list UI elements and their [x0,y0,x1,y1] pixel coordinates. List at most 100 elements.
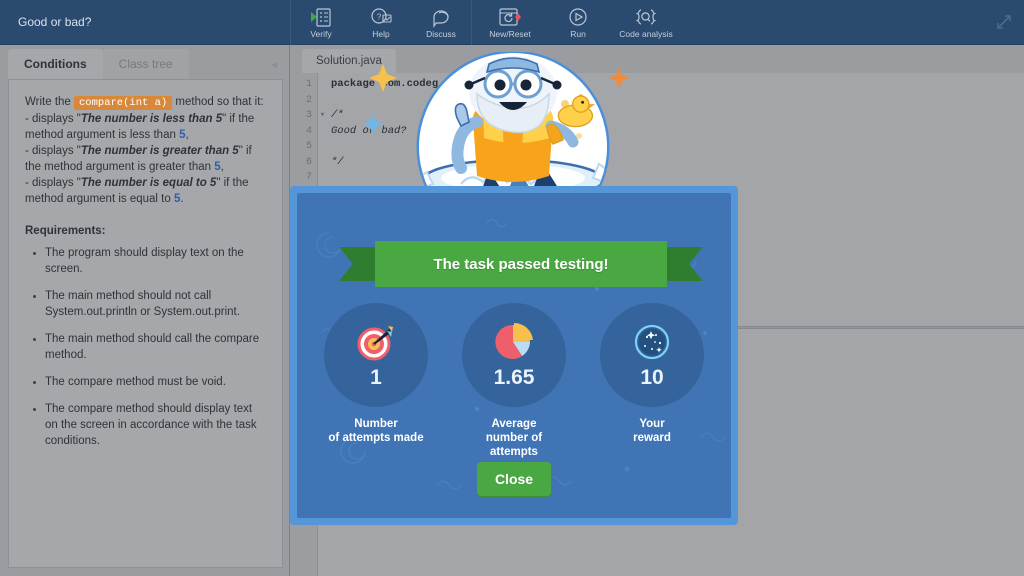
bullet-1-prefix: - displays " [25,145,81,157]
line-number: 4 [305,125,312,137]
close-button[interactable]: Close [477,462,551,496]
line-number: 7 [305,172,312,183]
stat-label-line2: reward [633,432,671,444]
stat-value: 1.65 [493,366,535,389]
toolbar-button-run[interactable]: Run [548,0,608,45]
editor-tab-label: Solution.java [316,55,382,67]
result-modal-body: The task passed testing! 1 Number of att… [297,193,731,518]
svg-text:?: ? [377,12,382,21]
bullet-1-suffix: , [220,161,224,173]
stat-reward: 10 Your reward [600,303,704,459]
toolbar-label-help: Help [372,28,390,39]
toolbar-button-discuss[interactable]: Discuss [411,0,471,45]
line-text: */ [331,155,344,168]
task-bullet-0: - displays "The number is less than 5" i… [25,111,266,143]
result-banner: The task passed testing! [339,241,703,287]
bullet-2-quote: The number is equal to 5 [80,177,217,189]
task-intro-before: Write the [25,96,74,108]
code-line: 7 [290,170,1024,186]
requirement-item: The program should display text on the s… [25,245,266,277]
target-with-arrows-icon [354,320,398,364]
line-number: 3 [305,110,312,121]
conditions-panel: Conditions Class tree ◄ Write the compar… [0,45,290,576]
stat-label-line2: of attempts made [328,432,424,444]
pie-chart-icon [492,320,536,364]
requirements-list: The program should display text on the s… [25,245,266,449]
stats-row: 1 Number of attempts made 1.65 Average n… [297,303,731,459]
line-number: 1 [305,79,312,90]
line-number: 2 [305,94,312,106]
stat-value: 1 [370,366,382,389]
stat-label-line1: Number [354,418,398,430]
tab-conditions[interactable]: Conditions [8,49,103,79]
top-toolbar: Good or bad? Verify ? Help Discuss New/R… [0,0,1024,45]
panel-collapse-icon[interactable]: ◄ [269,60,279,71]
editor-tab-bar: Solution.java [290,45,1024,73]
stat-label: Number of attempts made [328,417,423,445]
requirement-item: The compare method must be void. [25,374,266,390]
tab-class-tree-label: Class tree [118,57,173,71]
stat-value: 10 [640,366,664,389]
code-line: 4 Good or bad? [290,124,1024,140]
bullet-0-prefix: - displays " [25,113,81,125]
stat-circle: 1 [324,303,428,407]
stat-circle: 10 [600,303,704,407]
verify-checklist-icon [310,6,332,28]
line-number: 5 [305,141,312,152]
toolbar-group-right: New/Reset Run Code analysis [472,0,684,45]
line-text: package com.codeg [331,78,439,90]
task-bullet-1: - displays "The number is greater than 5… [25,143,266,175]
code-line: 1 package com.codeg [290,77,1024,93]
toolbar-button-new-reset[interactable]: New/Reset [472,0,548,45]
stat-label-line1: Average [491,418,537,430]
run-play-circle-icon [567,6,589,28]
code-analysis-braces-magnifier-icon [633,6,659,28]
result-modal: The task passed testing! 1 Number of att… [290,186,738,525]
expand-arrow-icon[interactable] [996,14,1012,30]
bullet-1-quote: The number is greater than 5 [80,145,239,157]
toolbar-button-verify[interactable]: Verify [291,0,351,45]
glowing-sphere-icon [630,320,674,364]
result-banner-text: The task passed testing! [433,255,609,273]
tab-conditions-label: Conditions [24,57,87,71]
task-intro: Write the compare(int a) method so that … [25,94,266,111]
help-question-bubble-icon: ? [370,6,392,28]
task-bullet-2: - displays "The number is equal to 5" if… [25,175,266,207]
line-text: /* [331,109,344,121]
toolbar-label-verify: Verify [310,28,332,39]
stat-label-line2: number of attempts [485,432,543,458]
requirement-item: The main method should call the compare … [25,331,266,363]
bullet-2-suffix: . [180,193,184,205]
toolbar-group-left: Verify ? Help Discuss [291,0,471,45]
stat-circle: 1.65 [462,303,566,407]
fold-toggle[interactable]: ▾ [318,108,327,124]
requirement-item: The compare method should display text o… [25,401,266,449]
stat-label: Average number of attempts [462,417,566,459]
code-line: 2 [290,93,1024,109]
method-signature-pill: compare(int a) [74,96,173,110]
bullet-0-quote: The number is less than 5 [80,113,223,125]
toolbar-label-discuss: Discuss [426,28,456,39]
toolbar-label-new-reset: New/Reset [489,28,531,39]
panel-tab-bar: Conditions Class tree ◄ [0,45,289,79]
task-title: Good or bad? [18,15,92,29]
requirements-title: Requirements: [25,225,106,237]
line-number: 6 [305,156,312,168]
code-line: 6 */ [290,155,1024,171]
toolbar-button-code-analysis[interactable]: Code analysis [608,0,684,45]
bullet-0-suffix: , [185,129,189,141]
code-line: 5 [290,139,1024,155]
toolbar-button-help[interactable]: ? Help [351,0,411,45]
stat-average-attempts: 1.65 Average number of attempts [462,303,566,459]
new-reset-refresh-icon [497,6,523,28]
ribbon-main: The task passed testing! [375,241,667,287]
tab-class-tree[interactable]: Class tree [102,49,189,79]
toolbar-label-run: Run [570,28,586,39]
stat-label-line1: Your [639,418,665,430]
editor-tab-solution-java[interactable]: Solution.java [302,49,396,73]
toolbar-label-code-analysis: Code analysis [619,28,673,39]
close-button-label: Close [494,471,534,487]
bullet-2-prefix: - displays " [25,177,81,189]
task-description: Write the compare(int a) method so that … [8,79,283,568]
task-intro-after: method so that it: [172,96,264,108]
